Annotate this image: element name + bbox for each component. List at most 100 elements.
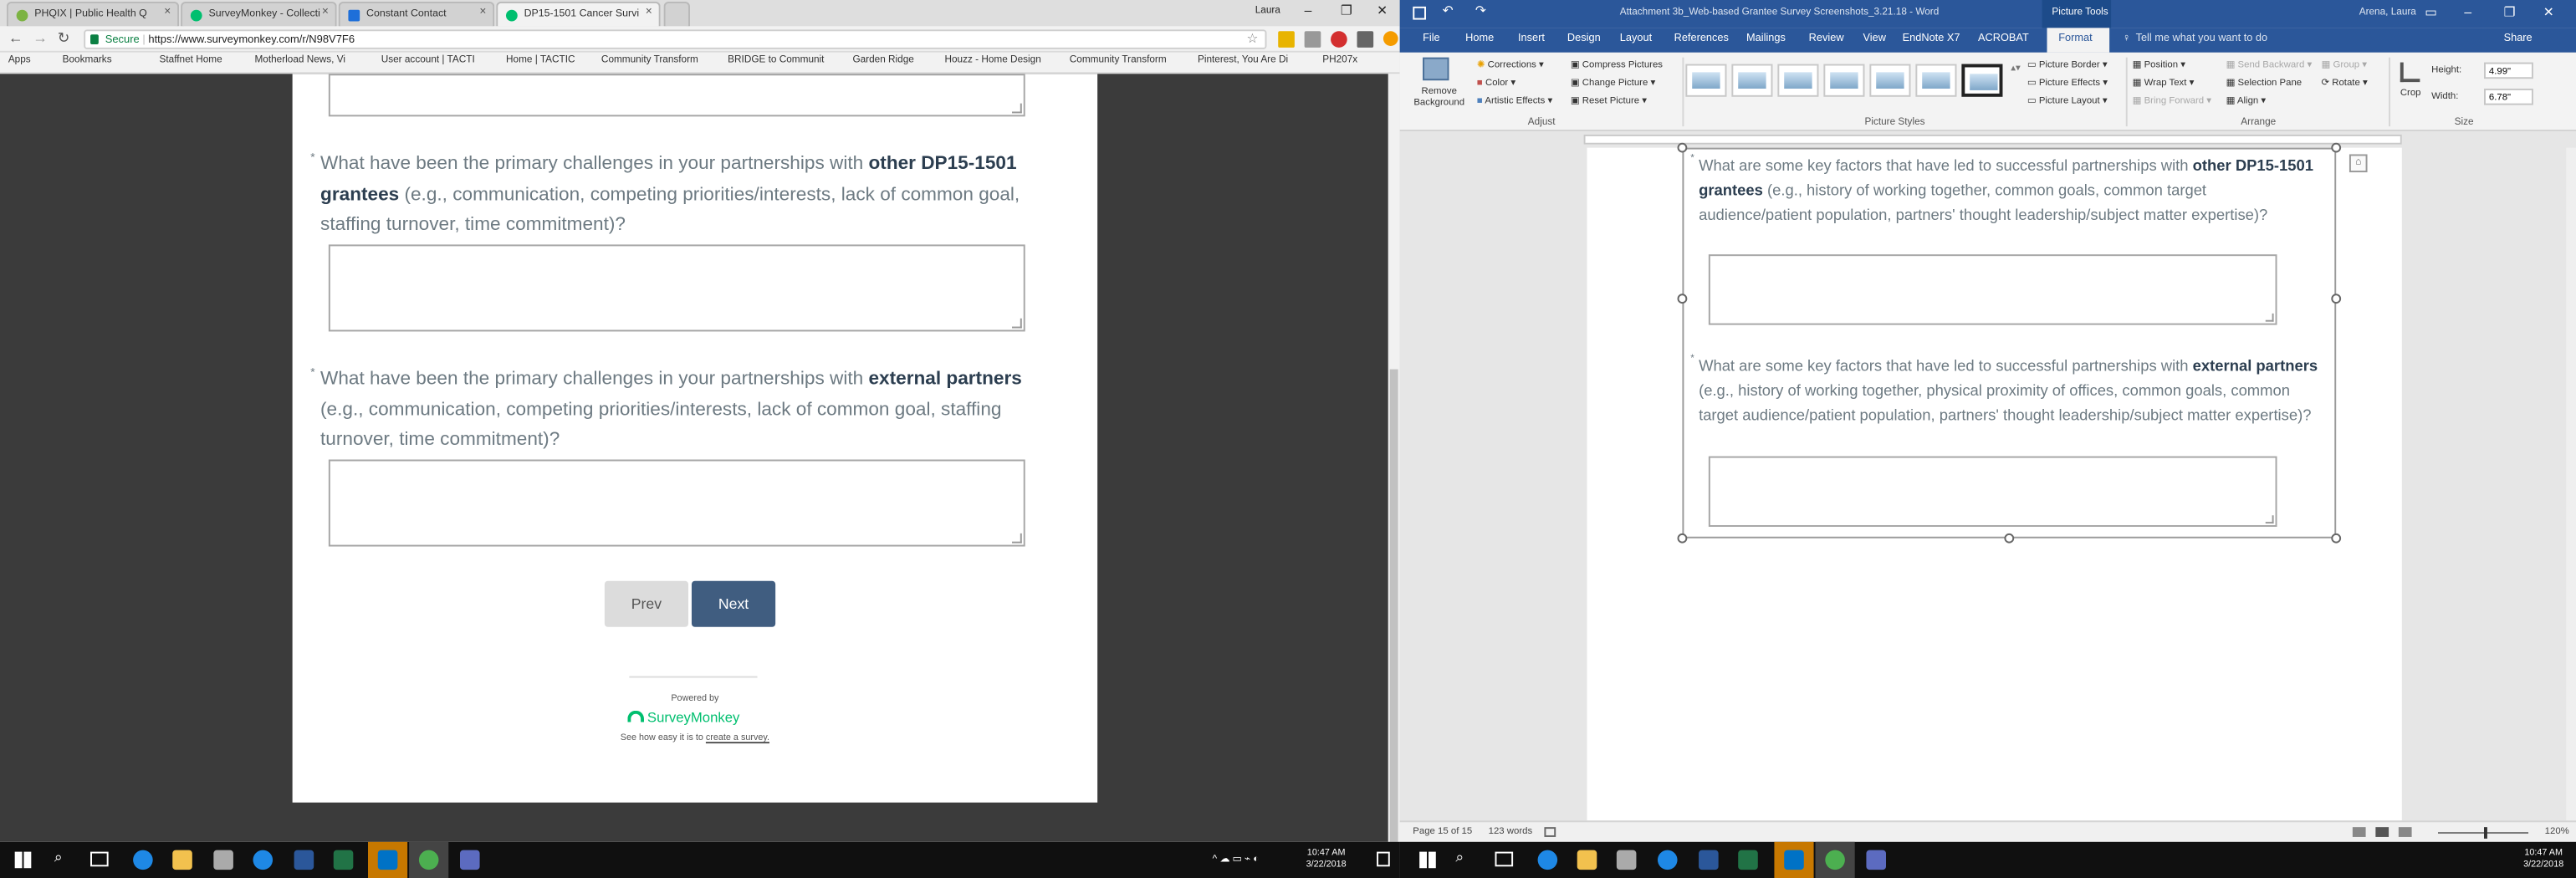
previous-answer-textarea[interactable] xyxy=(328,74,1025,117)
windows-start-icon[interactable] xyxy=(1419,851,1436,869)
tab-review[interactable]: Review xyxy=(1809,33,1844,44)
pinterest-icon[interactable] xyxy=(1331,31,1347,48)
outlook-taskbar-button[interactable] xyxy=(1774,841,1814,878)
compress-pictures-button[interactable]: ▣ Compress Pictures xyxy=(1571,61,1663,71)
word-icon[interactable] xyxy=(294,850,314,870)
position-button[interactable]: ▦ Position ▾ xyxy=(2133,61,2185,71)
width-input[interactable]: 6.78" xyxy=(2484,88,2533,105)
tab-format[interactable]: Format xyxy=(2047,28,2110,53)
resize-handle[interactable] xyxy=(1677,142,1688,153)
undo-icon[interactable]: ↶ xyxy=(1443,3,1454,18)
tell-me-search[interactable]: Tell me what you want to do xyxy=(2136,33,2268,44)
close-icon[interactable]: × xyxy=(164,7,171,18)
group-button[interactable]: ▦ Group ▾ xyxy=(2322,61,2368,71)
reset-picture-button[interactable]: ▣ Reset Picture ▾ xyxy=(1571,97,1647,107)
resize-handle[interactable] xyxy=(2331,533,2342,544)
tab-home[interactable]: Home xyxy=(1465,33,1494,44)
corrections-button[interactable]: ✺ Corrections ▾ xyxy=(1477,61,1544,71)
close-icon[interactable]: × xyxy=(322,7,329,18)
ie-icon[interactable] xyxy=(1657,850,1678,870)
back-icon[interactable]: ← xyxy=(8,29,23,46)
send-backward-button[interactable]: ▦ Send Backward ▾ xyxy=(2226,61,2313,71)
tab-phqix[interactable]: PHQIX | Public Health Q × xyxy=(6,1,180,27)
picture-style-3[interactable] xyxy=(1777,64,1819,97)
excel-icon[interactable] xyxy=(333,850,354,870)
color-button[interactable]: ■ Color ▾ xyxy=(1477,79,1515,89)
zoom-slider-thumb[interactable] xyxy=(2484,827,2487,839)
picture-style-7[interactable] xyxy=(1961,64,2003,97)
save-icon[interactable] xyxy=(1413,6,1427,20)
create-survey-link[interactable]: create a survey. xyxy=(706,733,769,743)
picture-style-1[interactable] xyxy=(1685,64,1727,97)
page-scrollbar[interactable] xyxy=(1388,74,1400,842)
tab-constant-contact[interactable]: Constant Contact × xyxy=(338,1,495,27)
word-count[interactable]: 123 words xyxy=(1489,827,1533,837)
close-window-icon[interactable]: ✕ xyxy=(2543,5,2554,20)
tab-view[interactable]: View xyxy=(1863,33,1886,44)
windows-start-icon[interactable] xyxy=(14,851,32,869)
bookmark-item[interactable]: Houzz - Home Design xyxy=(944,56,1040,66)
rotate-button[interactable]: ⟳ Rotate ▾ xyxy=(2322,79,2368,89)
zoom-level[interactable]: 120% xyxy=(2545,827,2569,837)
bookmark-item[interactable]: Pinterest, You Are Di xyxy=(1198,56,1288,66)
extension-icon[interactable] xyxy=(1304,31,1321,48)
extension-icon[interactable] xyxy=(1278,31,1295,48)
bookmark-item[interactable]: PH207x xyxy=(1322,56,1357,66)
bookmark-item[interactable]: User account | TACTI xyxy=(381,56,475,66)
word-user[interactable]: Arena, Laura xyxy=(2359,8,2416,18)
picture-style-6[interactable] xyxy=(1915,64,1957,97)
answer-textarea-grantees[interactable] xyxy=(328,244,1025,332)
print-layout-icon[interactable] xyxy=(2375,827,2389,837)
system-tray-icons[interactable]: ^ ☁ ▭ ⌁ ◐ xyxy=(1213,854,1260,865)
restore-icon[interactable]: ❐ xyxy=(1341,3,1352,18)
bookmark-item[interactable]: Home | TACTIC xyxy=(506,56,575,66)
chrome-taskbar-button[interactable] xyxy=(409,841,449,878)
wrap-text-button[interactable]: ▦ Wrap Text ▾ xyxy=(2133,79,2195,89)
task-view-icon[interactable] xyxy=(90,851,109,867)
tab-mailings[interactable]: Mailings xyxy=(1746,33,1786,44)
file-explorer-icon[interactable] xyxy=(172,850,192,870)
picture-style-4[interactable] xyxy=(1823,64,1865,97)
prev-button[interactable]: Prev xyxy=(604,580,689,627)
bookmark-item[interactable]: Motherload News, Vi xyxy=(254,56,345,66)
close-icon[interactable]: × xyxy=(646,7,652,18)
bookmark-item[interactable]: BRIDGE to Communit xyxy=(728,56,824,66)
word-icon[interactable] xyxy=(1699,850,1719,870)
bookmark-item[interactable]: Community Transform xyxy=(601,56,698,66)
bookmark-item[interactable]: Community Transform xyxy=(1070,56,1167,66)
profile-user[interactable]: Laura xyxy=(1255,7,1280,17)
excel-icon[interactable] xyxy=(1738,850,1758,870)
bookmark-apps[interactable]: Apps xyxy=(8,56,31,66)
forward-icon[interactable]: → xyxy=(33,29,48,46)
proofing-icon[interactable] xyxy=(1544,827,1556,837)
bookmark-item[interactable]: Staffnet Home xyxy=(160,56,222,66)
minimize-icon[interactable]: – xyxy=(1305,3,1312,18)
tab-layout[interactable]: Layout xyxy=(1620,33,1652,44)
outlook-taskbar-button[interactable] xyxy=(368,841,408,878)
tab-insert[interactable]: Insert xyxy=(1518,33,1545,44)
surveymonkey-logo[interactable]: SurveyMonkey xyxy=(627,709,775,725)
clock-left[interactable]: 10:47 AM 3/22/2018 xyxy=(1306,849,1347,871)
change-picture-button[interactable]: ▣ Change Picture ▾ xyxy=(1571,79,1655,89)
redo-icon[interactable]: ↷ xyxy=(1475,3,1486,18)
share-button[interactable]: Share xyxy=(2504,33,2533,44)
close-icon[interactable]: × xyxy=(479,7,486,18)
notification-icon[interactable] xyxy=(1377,851,1390,867)
clock-right[interactable]: 10:47 AM 3/22/2018 xyxy=(2523,849,2563,871)
resize-handle[interactable] xyxy=(2331,294,2342,304)
task-view-icon[interactable] xyxy=(1495,851,1514,867)
tab-file[interactable]: File xyxy=(1423,33,1440,44)
tab-references[interactable]: References xyxy=(1674,33,1729,44)
tab-design[interactable]: Design xyxy=(1567,33,1601,44)
search-icon[interactable]: ⌕ xyxy=(54,849,63,867)
store-icon[interactable] xyxy=(1616,850,1637,870)
ribbon-options-icon[interactable]: ▭ xyxy=(2425,5,2437,20)
tab-dp15-survey[interactable]: DP15-1501 Cancer Survi × xyxy=(496,1,661,27)
extension-icon[interactable] xyxy=(1357,31,1374,48)
search-icon[interactable]: ⌕ xyxy=(1455,849,1464,867)
picture-effects-button[interactable]: ▭ Picture Effects ▾ xyxy=(2027,79,2108,89)
styles-more-icon[interactable]: ▴▾ xyxy=(2011,64,2020,74)
edge-icon[interactable] xyxy=(1537,850,1558,870)
bookmark-item[interactable]: Bookmarks xyxy=(63,56,112,66)
restore-icon[interactable]: ❐ xyxy=(2504,5,2516,20)
